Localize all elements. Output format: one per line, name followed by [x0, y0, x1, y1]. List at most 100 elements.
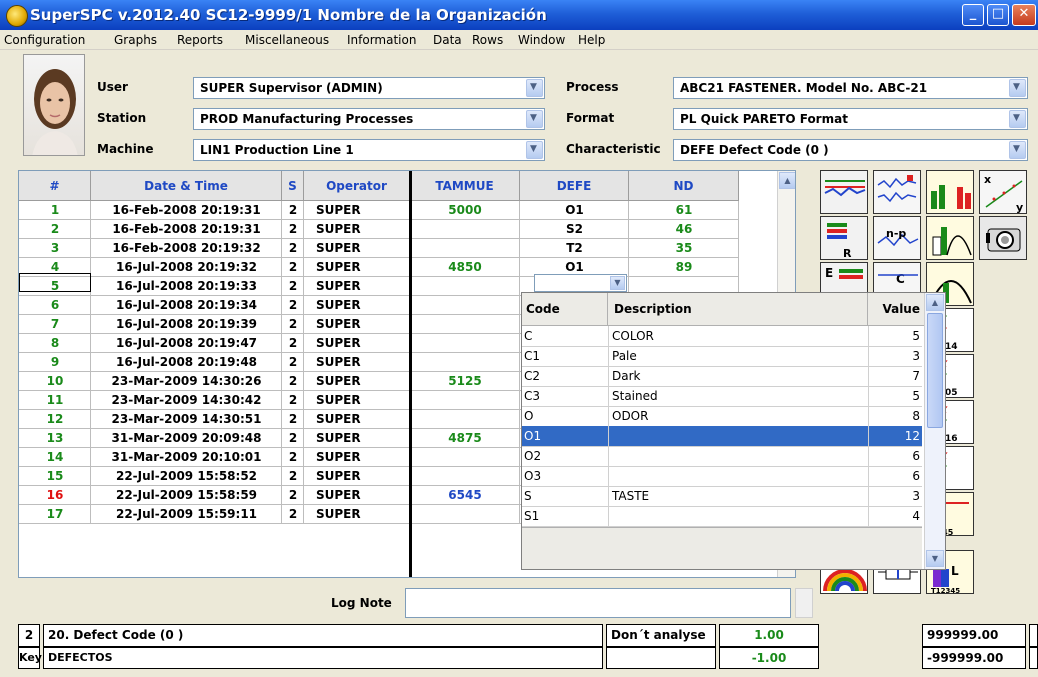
row-s[interactable]: 2	[282, 220, 304, 238]
row-datetime[interactable]: 16-Jul-2008 20:19:47	[91, 334, 282, 352]
row-datetime[interactable]: 23-Mar-2009 14:30:42	[91, 391, 282, 409]
chevron-down-icon[interactable]: ▼	[1009, 110, 1026, 128]
defe-cell-combo[interactable]: ▼	[534, 274, 627, 292]
station-combo[interactable]: PROD Manufacturing Processes ▼	[193, 108, 545, 130]
defect-code-dropdown[interactable]: Code Description Value C COLOR 5 C1 Pale 3 C2 D…	[521, 292, 946, 570]
row-datetime[interactable]: 16-Jul-2008 20:19:34	[91, 296, 282, 314]
menu-reports[interactable]: Reports	[177, 33, 223, 47]
menu-rows[interactable]: Rows	[472, 33, 503, 47]
row-s[interactable]: 2	[282, 353, 304, 371]
dropdown-item[interactable]: S1 4	[522, 506, 922, 527]
row-operator[interactable]: SUPER	[316, 448, 410, 466]
row-tammue[interactable]	[410, 220, 520, 238]
dropdown-item[interactable]: O ODOR 8	[522, 406, 922, 427]
row-number[interactable]: 12	[19, 410, 91, 428]
chevron-down-icon[interactable]: ▼	[526, 110, 543, 128]
scroll-thumb[interactable]	[927, 313, 943, 428]
row-tammue[interactable]: 4875	[410, 429, 520, 447]
chevron-down-icon[interactable]: ▼	[526, 141, 543, 159]
row-s[interactable]: 2	[282, 410, 304, 428]
column-header-datetime[interactable]: Date & Time	[91, 171, 282, 201]
close-button[interactable]: ✕	[1012, 4, 1036, 26]
row-datetime[interactable]: 31-Mar-2009 20:10:01	[91, 448, 282, 466]
xbar-r-table-icon[interactable]: R	[820, 216, 868, 260]
row-s[interactable]: 2	[282, 258, 304, 276]
row-s[interactable]: 2	[282, 201, 304, 219]
dropdown-item[interactable]: O2 6	[522, 446, 922, 467]
row-s[interactable]: 2	[282, 505, 304, 523]
row-tammue[interactable]	[410, 296, 520, 314]
row-datetime[interactable]: 16-Feb-2008 20:19:31	[91, 201, 282, 219]
row-operator[interactable]: SUPER	[316, 410, 410, 428]
row-number[interactable]: 1	[19, 201, 91, 219]
row-tammue[interactable]: 6545	[410, 486, 520, 504]
menu-configuration[interactable]: Configuration	[4, 33, 85, 47]
row-s[interactable]: 2	[282, 239, 304, 257]
row-datetime[interactable]: 23-Mar-2009 14:30:26	[91, 372, 282, 390]
dropdown-header-code[interactable]: Code	[522, 293, 608, 326]
row-datetime[interactable]: 22-Jul-2009 15:59:11	[91, 505, 282, 523]
row-s[interactable]: 2	[282, 277, 304, 295]
column-header-nd[interactable]: ND	[629, 171, 739, 201]
np-chart-icon[interactable]: n-p	[873, 216, 921, 260]
dropdown-item-selected[interactable]: O1 12	[522, 426, 922, 447]
row-datetime[interactable]: 16-Feb-2008 20:19:32	[91, 239, 282, 257]
row-s[interactable]: 2	[282, 448, 304, 466]
dropdown-item[interactable]: O3 6	[522, 466, 922, 487]
row-tammue[interactable]	[410, 353, 520, 371]
row-s[interactable]: 2	[282, 296, 304, 314]
user-combo[interactable]: SUPER Supervisor (ADMIN) ▼	[193, 77, 545, 99]
row-operator[interactable]: SUPER	[316, 296, 410, 314]
row-number[interactable]: 2	[19, 220, 91, 238]
row-number[interactable]: 7	[19, 315, 91, 333]
row-number[interactable]: 13	[19, 429, 91, 447]
row-tammue[interactable]: 4850	[410, 258, 520, 276]
row-nd[interactable]: 35	[629, 239, 739, 257]
dropdown-item[interactable]: C COLOR 5	[522, 326, 922, 347]
row-s[interactable]: 2	[282, 429, 304, 447]
row-datetime[interactable]: 16-Feb-2008 20:19:31	[91, 220, 282, 238]
menu-miscellaneous[interactable]: Miscellaneous	[245, 33, 329, 47]
row-operator[interactable]: SUPER	[316, 505, 410, 523]
menu-help[interactable]: Help	[578, 33, 605, 47]
row-number[interactable]: 3	[19, 239, 91, 257]
xbar-r-chart-icon[interactable]	[820, 170, 868, 214]
scroll-up-icon[interactable]: ▲	[779, 172, 795, 189]
menu-window[interactable]: Window	[518, 33, 565, 47]
row-nd[interactable]: 89	[629, 258, 739, 276]
row-number[interactable]: 8	[19, 334, 91, 352]
row-operator[interactable]: SUPER	[316, 201, 410, 219]
machine-combo[interactable]: LIN1 Production Line 1 ▼	[193, 139, 545, 161]
row-tammue[interactable]	[410, 391, 520, 409]
row-number[interactable]: 15	[19, 467, 91, 485]
row-number[interactable]: 9	[19, 353, 91, 371]
row-s[interactable]: 2	[282, 486, 304, 504]
row-datetime[interactable]: 23-Mar-2009 14:30:51	[91, 410, 282, 428]
dropdown-item[interactable]: C3 Stained 5	[522, 386, 922, 407]
dropdown-item[interactable]: C1 Pale 3	[522, 346, 922, 367]
column-header-number[interactable]: #	[19, 171, 91, 201]
row-operator[interactable]: SUPER	[316, 372, 410, 390]
row-operator[interactable]: SUPER	[316, 429, 410, 447]
row-datetime[interactable]: 22-Jul-2009 15:58:59	[91, 486, 282, 504]
row-operator[interactable]: SUPER	[316, 258, 410, 276]
row-nd[interactable]: 46	[629, 220, 739, 238]
log-note-scrollbar[interactable]	[795, 588, 813, 618]
row-datetime[interactable]: 16-Jul-2008 20:19:32	[91, 258, 282, 276]
column-header-defe[interactable]: DEFE	[520, 171, 629, 201]
row-tammue[interactable]	[410, 505, 520, 523]
row-number[interactable]: 6	[19, 296, 91, 314]
row-tammue[interactable]	[410, 239, 520, 257]
row-tammue[interactable]	[410, 410, 520, 428]
maximize-button[interactable]: □	[987, 4, 1009, 26]
row-datetime[interactable]: 16-Jul-2008 20:19:33	[91, 277, 282, 295]
chevron-down-icon[interactable]: ▼	[1009, 79, 1026, 97]
dropdown-item[interactable]: C2 Dark 7	[522, 366, 922, 387]
row-s[interactable]: 2	[282, 334, 304, 352]
chevron-down-icon[interactable]: ▼	[526, 79, 543, 97]
row-s[interactable]: 2	[282, 315, 304, 333]
dropdown-header-description[interactable]: Description	[608, 293, 868, 326]
row-tammue[interactable]	[410, 277, 520, 295]
row-s[interactable]: 2	[282, 467, 304, 485]
menu-graphs[interactable]: Graphs	[114, 33, 157, 47]
